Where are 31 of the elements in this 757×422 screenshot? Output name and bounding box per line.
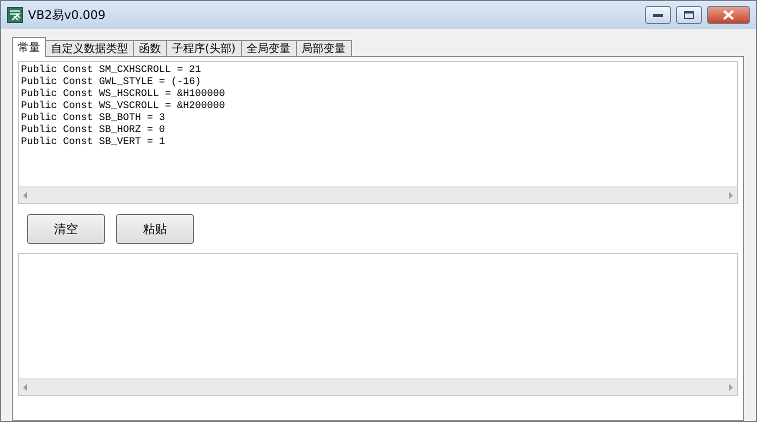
- code-line: Public Const SB_BOTH = 3: [21, 113, 166, 124]
- tab[interactable]: 全局变量: [240, 40, 297, 57]
- tab[interactable]: 局部变量: [296, 40, 352, 57]
- maximize-icon: [684, 11, 694, 19]
- minimize-icon: [653, 14, 663, 16]
- code-line: Public Const SM_CXHSCROLL = 21: [21, 65, 202, 76]
- minimize-button[interactable]: [645, 6, 671, 24]
- output-text-area[interactable]: [18, 253, 738, 396]
- action-button[interactable]: 粘贴: [116, 214, 194, 244]
- tab[interactable]: 函数: [133, 40, 167, 57]
- tab[interactable]: 常量: [12, 37, 46, 57]
- action-button[interactable]: 清空: [27, 214, 105, 244]
- close-icon: [723, 10, 734, 20]
- scroll-left-icon[interactable]: [23, 192, 27, 198]
- code-line: Public Const WS_VSCROLL = &H200000: [21, 101, 226, 112]
- app-logo-icon: [7, 7, 23, 23]
- code-line: Public Const SB_VERT = 1: [21, 137, 166, 149]
- scroll-right-icon[interactable]: [729, 384, 733, 390]
- horizontal-scrollbar[interactable]: [19, 378, 737, 395]
- source-text-area[interactable]: [18, 61, 738, 204]
- tab[interactable]: 子程序(头部): [166, 40, 242, 57]
- window-title: VB2易v0.009: [28, 6, 107, 24]
- tab[interactable]: 自定义数据类型: [45, 40, 134, 57]
- maximize-button[interactable]: [676, 6, 702, 24]
- code-line: Public Const WS_HSCROLL = &H100000: [21, 89, 226, 100]
- code-line: Public Const GWL_STYLE = (-16): [21, 77, 202, 88]
- scroll-right-icon[interactable]: [729, 192, 733, 198]
- horizontal-scrollbar[interactable]: [19, 186, 737, 203]
- close-button[interactable]: [707, 6, 750, 24]
- code-line: Public Const SB_HORZ = 0: [21, 125, 166, 136]
- scroll-left-icon[interactable]: [23, 384, 27, 390]
